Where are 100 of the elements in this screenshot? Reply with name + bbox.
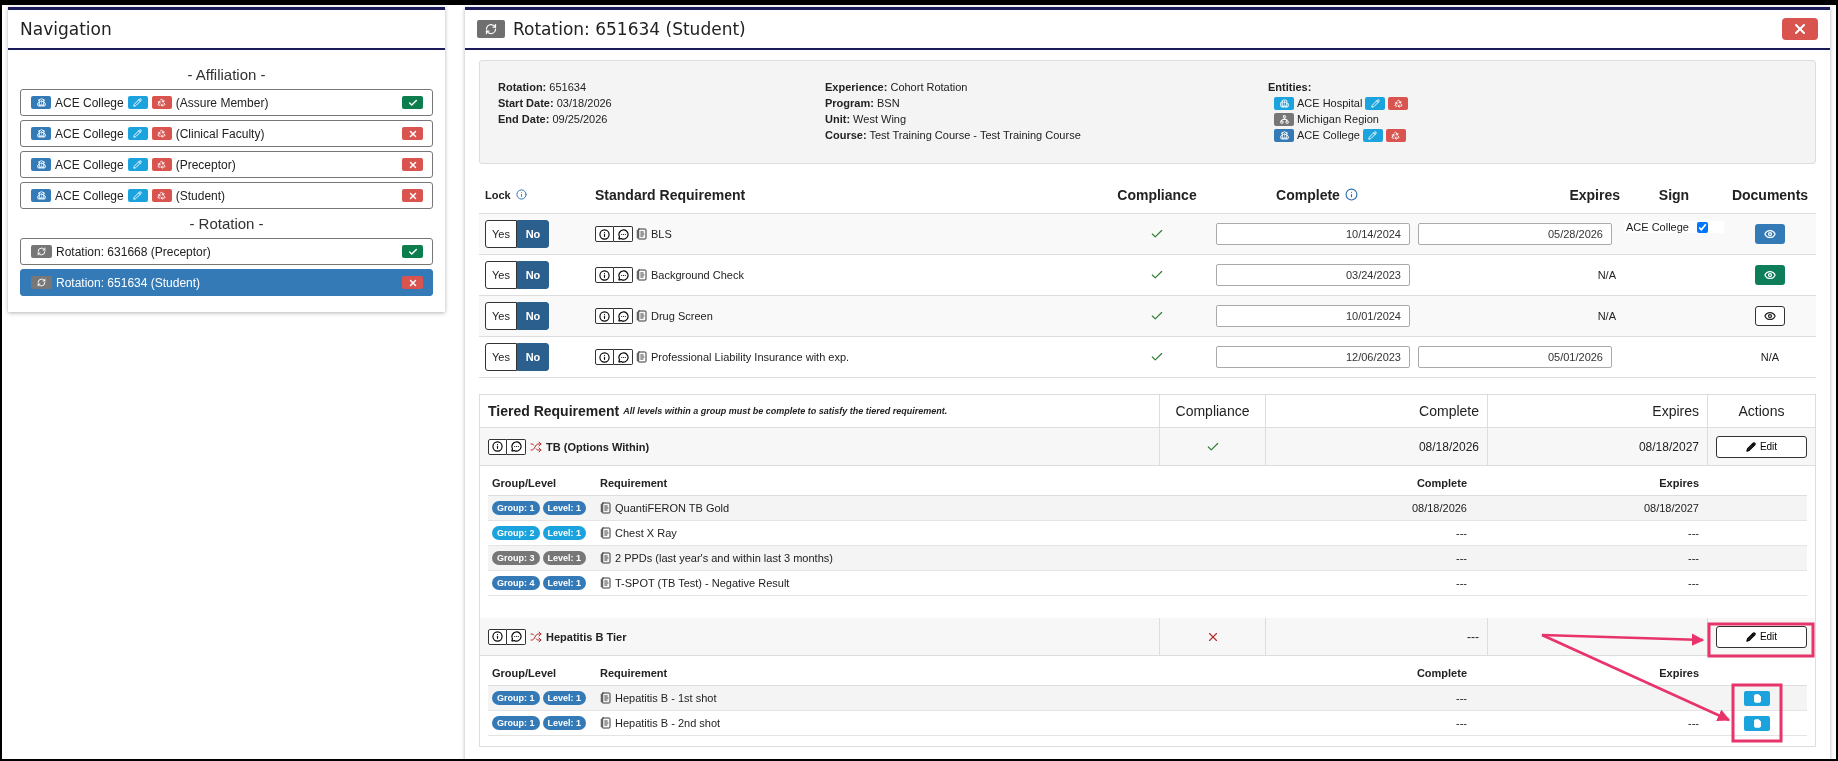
affiliation-name: ACE College bbox=[55, 157, 124, 172]
recycle-icon bbox=[1391, 130, 1401, 140]
comment-button[interactable] bbox=[614, 226, 633, 242]
document-button[interactable] bbox=[1744, 690, 1770, 706]
column-header: Complete bbox=[1216, 186, 1418, 203]
requirement-name: Chest X Ray bbox=[615, 527, 677, 539]
remove-button[interactable] bbox=[151, 158, 172, 171]
column-header: Complete bbox=[1415, 476, 1468, 489]
remove-button[interactable] bbox=[151, 127, 172, 140]
column-header: Sign bbox=[1657, 186, 1691, 203]
refresh-icon bbox=[485, 23, 497, 35]
lock-toggle-button[interactable]: Yes bbox=[485, 261, 517, 289]
notebook-icon bbox=[600, 717, 612, 729]
level-badge: Level: 1 bbox=[542, 526, 587, 540]
edit-button[interactable] bbox=[127, 127, 148, 140]
complete-date-field[interactable]: 10/01/2024 bbox=[1216, 305, 1410, 327]
eye-icon bbox=[1764, 269, 1776, 281]
comment-button[interactable] bbox=[507, 438, 526, 455]
edit-button[interactable] bbox=[1365, 96, 1386, 110]
rotation-label: Rotation: 631668 (Preceptor) bbox=[56, 244, 211, 259]
column-header: Complete bbox=[1419, 403, 1479, 419]
comment-button[interactable] bbox=[614, 308, 633, 324]
edit-button[interactable] bbox=[1363, 128, 1383, 142]
requirement-name: T-SPOT (TB Test) - Negative Result bbox=[615, 577, 790, 589]
entities-label: Entities: bbox=[1268, 80, 1313, 95]
info-button[interactable] bbox=[595, 308, 614, 324]
remove-button[interactable] bbox=[151, 96, 172, 109]
pencil-icon bbox=[133, 129, 143, 138]
affiliation-item[interactable]: ACE College (Student) bbox=[20, 182, 433, 209]
column-header: Requirement bbox=[600, 476, 669, 489]
info-line: Unit: West Wing bbox=[825, 112, 908, 127]
school-icon bbox=[1279, 130, 1289, 140]
column-header: Lock bbox=[485, 188, 595, 201]
complete-date-field[interactable]: 03/24/2023 bbox=[1216, 264, 1410, 286]
info-button[interactable] bbox=[595, 349, 614, 365]
close-icon bbox=[1792, 21, 1808, 37]
requirement-name: Background Check bbox=[651, 269, 744, 281]
check-icon bbox=[407, 246, 418, 257]
close-icon bbox=[407, 277, 418, 288]
entity-name: ACE Hospital bbox=[1297, 96, 1363, 111]
school-icon bbox=[36, 98, 46, 107]
edit-button[interactable] bbox=[127, 96, 148, 109]
comment-button[interactable] bbox=[614, 349, 633, 365]
comment-button[interactable] bbox=[614, 267, 633, 283]
rotation-item[interactable]: Rotation: 631668 (Preceptor) bbox=[20, 238, 433, 265]
lock-toggle-button[interactable]: Yes bbox=[485, 343, 517, 371]
column-header: Expires bbox=[1652, 403, 1699, 419]
remove-button[interactable] bbox=[1388, 96, 1409, 110]
document-button[interactable] bbox=[1744, 715, 1770, 731]
edit-button[interactable]: Edit bbox=[1716, 625, 1807, 648]
info-button[interactable] bbox=[595, 267, 614, 283]
info-icon bbox=[599, 310, 610, 322]
level-badge: Level: 1 bbox=[542, 576, 587, 590]
affiliation-item[interactable]: ACE College (Assure Member) bbox=[20, 89, 433, 116]
complete-date-field[interactable]: 12/06/2023 bbox=[1216, 346, 1410, 368]
lock-toggle-button[interactable]: No bbox=[517, 261, 549, 289]
edit-button[interactable] bbox=[127, 158, 148, 171]
recycle-icon bbox=[157, 129, 167, 138]
lock-toggle-button[interactable]: No bbox=[517, 220, 549, 248]
level-badge: Level: 1 bbox=[542, 501, 587, 515]
recycle-icon bbox=[157, 160, 167, 169]
expires-date-field[interactable]: 05/01/2026 bbox=[1418, 346, 1612, 368]
group-badge: Group: 1 bbox=[492, 501, 540, 515]
rotation-item[interactable]: Rotation: 651634 (Student) bbox=[20, 269, 433, 296]
close-button[interactable] bbox=[1782, 18, 1818, 40]
close-icon bbox=[407, 128, 418, 139]
column-header: Expires bbox=[1568, 186, 1621, 203]
requirement-name: Hepatitis B - 1st shot bbox=[615, 692, 717, 704]
info-line: End Date: 09/25/2026 bbox=[498, 112, 609, 127]
notebook-icon bbox=[600, 527, 612, 539]
remove-button[interactable] bbox=[151, 189, 172, 202]
complete-date: --- bbox=[1455, 527, 1468, 539]
lock-toggle-button[interactable]: Yes bbox=[485, 220, 517, 248]
level-badge: Level: 1 bbox=[542, 551, 587, 565]
edit-button[interactable]: Edit bbox=[1716, 435, 1807, 458]
tier-name: Hepatitis B Tier bbox=[546, 630, 627, 643]
info-button[interactable] bbox=[488, 438, 507, 455]
requirement-name: QuantiFERON TB Gold bbox=[615, 502, 730, 514]
comment-button[interactable] bbox=[507, 628, 526, 645]
info-button[interactable] bbox=[488, 628, 507, 645]
refresh-icon bbox=[37, 278, 46, 287]
lock-toggle-button[interactable]: No bbox=[517, 343, 549, 371]
eye-icon bbox=[1764, 310, 1776, 322]
rotation-label: Rotation: 651634 (Student) bbox=[56, 275, 201, 290]
notebook-icon bbox=[636, 269, 648, 281]
table-note: All levels within a group must be complete to satisfy the tiered requirement. bbox=[623, 406, 948, 416]
affiliation-item[interactable]: ACE College (Clinical Faculty) bbox=[20, 120, 433, 147]
info-button[interactable] bbox=[595, 226, 614, 242]
checkbox[interactable] bbox=[1697, 221, 1708, 233]
lock-toggle-button[interactable]: No bbox=[517, 302, 549, 330]
remove-button[interactable] bbox=[1386, 128, 1406, 142]
expires-date-field[interactable]: 05/28/2026 bbox=[1418, 223, 1612, 245]
sign-checkbox[interactable]: ACE College bbox=[1624, 221, 1724, 233]
affiliation-item[interactable]: ACE College (Preceptor) bbox=[20, 151, 433, 178]
complete-date: 08/18/2026 bbox=[1410, 502, 1468, 514]
pencil-icon bbox=[1370, 98, 1380, 108]
view-documents-button[interactable] bbox=[1755, 306, 1785, 326]
edit-button[interactable] bbox=[127, 189, 148, 202]
lock-toggle-button[interactable]: Yes bbox=[485, 302, 517, 330]
complete-date-field[interactable]: 10/14/2024 bbox=[1216, 223, 1410, 245]
